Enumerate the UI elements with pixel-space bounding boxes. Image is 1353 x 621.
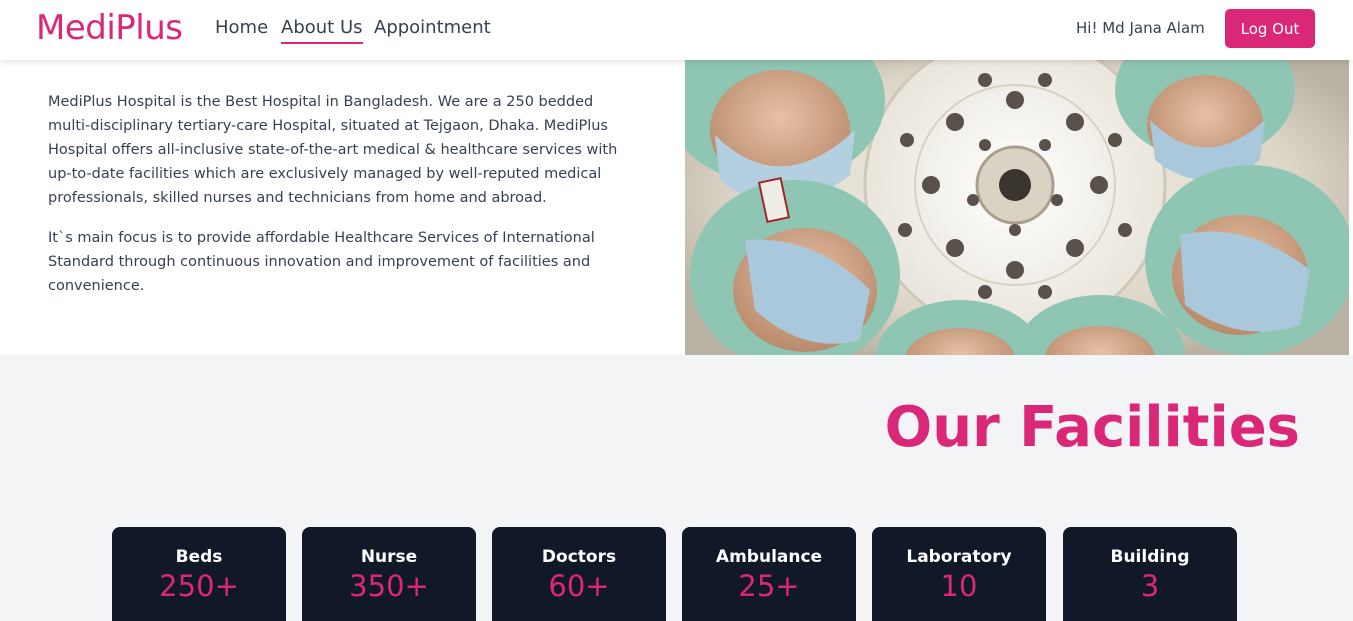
facility-name: Beds — [175, 547, 223, 567]
facility-card-nurse: Nurse 350+ — [302, 527, 476, 621]
facility-name: Building — [1110, 547, 1190, 567]
about-paragraph-1: MediPlus Hospital is the Best Hospital i… — [48, 94, 618, 206]
navbar: MediPlus Home About Us Appointment Hi! M… — [0, 0, 1353, 60]
logout-button[interactable]: Log Out — [1225, 9, 1315, 48]
facility-value: 10 — [940, 569, 978, 603]
about-paragraph-2: It`s main focus is to provide affordable… — [48, 230, 595, 294]
facility-value: 25+ — [738, 569, 800, 603]
about-text: MediPlus Hospital is the Best Hospital i… — [48, 90, 628, 314]
nav-about-us[interactable]: About Us — [281, 17, 363, 44]
facility-name: Nurse — [360, 547, 418, 567]
facility-value: 60+ — [548, 569, 610, 603]
facility-name: Ambulance — [715, 547, 823, 567]
surgeons-looking-down-photo-icon — [685, 60, 1349, 355]
facility-card-laboratory: Laboratory 10 — [872, 527, 1046, 621]
facilities-section: Our Facilities Beds 250+ Nurse 350+ Doct… — [0, 355, 1353, 621]
facility-value: 350+ — [349, 569, 429, 603]
facility-name: Doctors — [541, 547, 617, 567]
facility-card-ambulance: Ambulance 25+ — [682, 527, 856, 621]
facility-card-doctors: Doctors 60+ — [492, 527, 666, 621]
facility-card-building: Building 3 — [1063, 527, 1237, 621]
facility-value: 3 — [1140, 569, 1160, 603]
brand-logo[interactable]: MediPlus — [36, 8, 183, 48]
facility-value: 250+ — [159, 569, 239, 603]
nav-home[interactable]: Home — [215, 17, 268, 42]
about-section: MediPlus Hospital is the Best Hospital i… — [0, 60, 1353, 355]
surgeons-photo — [685, 60, 1349, 355]
user-greeting: Hi! Md Jana Alam — [1076, 19, 1205, 37]
nav-appointment[interactable]: Appointment — [374, 17, 491, 42]
facilities-title: Our Facilities — [884, 395, 1300, 460]
facility-card-beds: Beds 250+ — [112, 527, 286, 621]
facility-name: Laboratory — [906, 547, 1012, 567]
